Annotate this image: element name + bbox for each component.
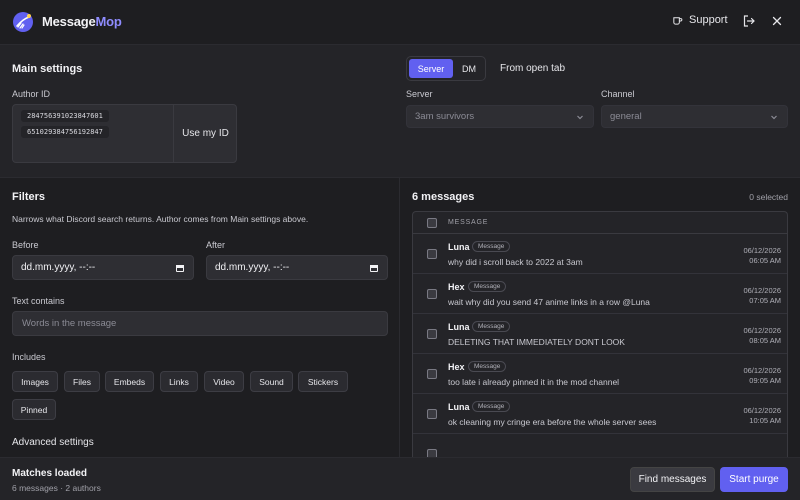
include-video-chip[interactable]: Video bbox=[204, 371, 244, 392]
after-date-input[interactable]: dd.mm.yyyy, --:-- bbox=[206, 255, 388, 280]
text-contains-input[interactable]: Words in the message bbox=[12, 311, 388, 336]
message-author: Luna bbox=[448, 242, 470, 252]
row-checkbox[interactable] bbox=[427, 369, 437, 379]
author-id-label: Author ID bbox=[12, 89, 51, 99]
status-summary: 6 messages · 2 authors bbox=[12, 483, 101, 493]
messages-count-title: 6 messages bbox=[412, 191, 475, 203]
selected-count: 0 selected bbox=[749, 192, 788, 202]
table-row[interactable]: Hex Message too late i already pinned it… bbox=[413, 354, 787, 394]
message-timestamp: 06/12/2026 06:05 AM bbox=[743, 246, 781, 265]
calendar-icon[interactable] bbox=[369, 263, 379, 273]
table-row[interactable]: Luna Message DELETING THAT IMMEDIATELY D… bbox=[413, 314, 787, 354]
message-type-badge: Message bbox=[472, 321, 511, 332]
table-row[interactable]: Luna Message ok cleaning my cringe era b… bbox=[413, 394, 787, 434]
table-header: MESSAGE bbox=[413, 212, 787, 234]
message-timestamp: 06/12/2026 08:05 AM bbox=[743, 326, 781, 345]
message-author: Hex bbox=[448, 282, 465, 292]
use-my-id-button[interactable]: Use my ID bbox=[173, 105, 237, 162]
chevron-down-icon bbox=[771, 115, 777, 119]
text-contains-label: Text contains bbox=[12, 296, 65, 306]
table-row[interactable] bbox=[413, 434, 787, 457]
chevron-down-icon bbox=[577, 115, 583, 119]
row-checkbox[interactable] bbox=[427, 449, 437, 457]
calendar-icon[interactable] bbox=[175, 263, 185, 273]
author-id-chip[interactable]: 651029384756192847 bbox=[21, 126, 109, 138]
messages-table: MESSAGE Luna Message why did i scroll ba… bbox=[412, 211, 788, 457]
filters-description: Narrows what Discord search returns. Aut… bbox=[12, 214, 309, 224]
mop-logo-icon bbox=[13, 12, 33, 32]
message-type-badge: Message bbox=[468, 361, 507, 372]
include-images-chip[interactable]: Images bbox=[12, 371, 58, 392]
channel-select[interactable]: general bbox=[601, 105, 788, 128]
message-author: Luna bbox=[448, 322, 470, 332]
include-files-chip[interactable]: Files bbox=[64, 371, 100, 392]
support-label: Support bbox=[689, 14, 728, 26]
include-pinned-chip[interactable]: Pinned bbox=[12, 399, 56, 420]
server-value: 3am survivors bbox=[415, 111, 475, 122]
message-timestamp: 06/12/2026 07:05 AM bbox=[743, 286, 781, 305]
mode-toggle: Server DM bbox=[406, 56, 486, 81]
row-checkbox[interactable] bbox=[427, 409, 437, 419]
coffee-cup-icon bbox=[673, 16, 683, 25]
message-text: wait why did you send 47 anime links in … bbox=[448, 297, 650, 307]
message-text: DELETING THAT IMMEDIATELY DONT LOOK bbox=[448, 337, 625, 347]
message-text: ok cleaning my cringe era before the who… bbox=[448, 417, 657, 427]
message-timestamp: 06/12/2026 09:05 AM bbox=[743, 366, 781, 385]
author-id-list[interactable]: 284756391023847601 651029384756192847 bbox=[13, 105, 173, 162]
close-icon[interactable] bbox=[770, 14, 784, 28]
advanced-settings-toggle[interactable]: Advanced settings bbox=[12, 437, 94, 448]
status-title: Matches loaded bbox=[12, 468, 88, 479]
from-open-tab-button[interactable]: From open tab bbox=[500, 63, 565, 74]
author-id-chip[interactable]: 284756391023847601 bbox=[21, 110, 109, 122]
message-author: Hex bbox=[448, 362, 465, 372]
message-column-header: MESSAGE bbox=[448, 219, 489, 226]
channel-value: general bbox=[610, 111, 642, 122]
mode-dm-button[interactable]: DM bbox=[455, 59, 483, 78]
app-header: MessageMop Support bbox=[0, 0, 800, 44]
message-type-badge: Message bbox=[472, 241, 511, 252]
message-timestamp: 06/12/2026 10:05 AM bbox=[743, 406, 781, 425]
message-text: why did i scroll back to 2022 at 3am bbox=[448, 257, 583, 267]
after-label: After bbox=[206, 240, 226, 250]
find-messages-button[interactable]: Find messages bbox=[630, 467, 715, 492]
support-button[interactable]: Support bbox=[672, 14, 728, 26]
include-stickers-chip[interactable]: Stickers bbox=[298, 371, 348, 392]
include-sound-chip[interactable]: Sound bbox=[250, 371, 293, 392]
brand-name: MessageMop bbox=[42, 14, 122, 29]
include-embeds-chip[interactable]: Embeds bbox=[105, 371, 154, 392]
message-text: too late i already pinned it in the mod … bbox=[448, 377, 620, 387]
after-value: dd.mm.yyyy, --:-- bbox=[215, 262, 290, 273]
row-checkbox[interactable] bbox=[427, 249, 437, 259]
author-id-box: 284756391023847601 651029384756192847 Us… bbox=[12, 104, 237, 163]
message-type-badge: Message bbox=[472, 401, 511, 412]
row-checkbox[interactable] bbox=[427, 289, 437, 299]
table-row[interactable]: Hex Message wait why did you send 47 ani… bbox=[413, 274, 787, 314]
server-label: Server bbox=[406, 89, 433, 99]
text-contains-placeholder: Words in the message bbox=[22, 318, 117, 329]
before-date-input[interactable]: dd.mm.yyyy, --:-- bbox=[12, 255, 194, 280]
row-checkbox[interactable] bbox=[427, 329, 437, 339]
before-label: Before bbox=[12, 240, 39, 250]
logout-icon[interactable] bbox=[742, 14, 756, 28]
mode-server-button[interactable]: Server bbox=[409, 59, 453, 78]
message-type-badge: Message bbox=[468, 281, 507, 292]
table-row[interactable]: Luna Message why did i scroll back to 20… bbox=[413, 234, 787, 274]
server-select[interactable]: 3am survivors bbox=[406, 105, 594, 128]
before-value: dd.mm.yyyy, --:-- bbox=[21, 262, 96, 273]
include-links-chip[interactable]: Links bbox=[160, 371, 198, 392]
start-purge-button[interactable]: Start purge bbox=[720, 467, 788, 492]
main-settings-title: Main settings bbox=[12, 63, 83, 75]
channel-label: Channel bbox=[601, 89, 635, 99]
select-all-checkbox[interactable] bbox=[427, 218, 437, 228]
includes-label: Includes bbox=[12, 352, 46, 362]
message-author: Luna bbox=[448, 402, 470, 412]
filters-title: Filters bbox=[12, 191, 46, 203]
